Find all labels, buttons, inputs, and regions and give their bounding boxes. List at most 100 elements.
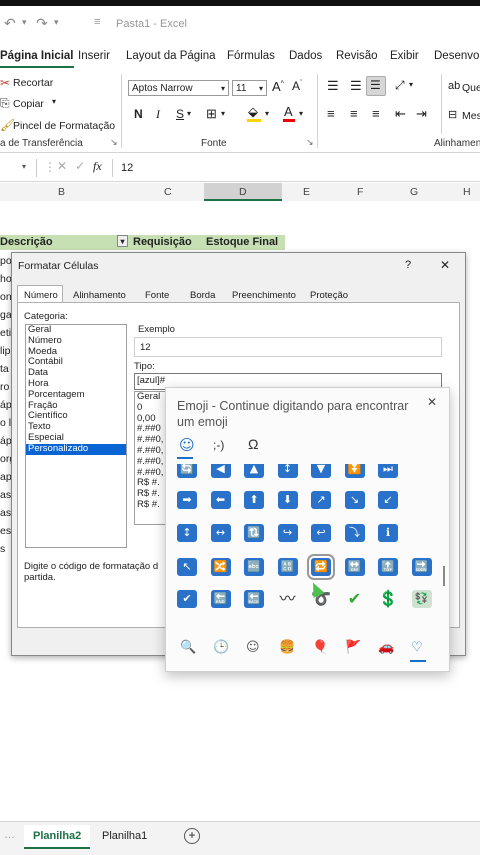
decrease-font-icon[interactable]: Aˇ xyxy=(292,79,302,93)
emoji-item[interactable]: 🔛 xyxy=(344,558,365,576)
italic-button[interactable]: I xyxy=(156,107,160,122)
cell-fragment[interactable]: lip xyxy=(0,345,11,357)
column-header-d[interactable]: D xyxy=(204,183,282,201)
fill-dropdown-icon[interactable]: ▾ xyxy=(265,109,269,118)
emoji-item[interactable]: ⬅ xyxy=(210,491,231,509)
underline-button[interactable]: S xyxy=(176,107,184,121)
emoji-item[interactable]: 🔜 xyxy=(411,558,432,576)
align-right-icon[interactable]: ≡ xyxy=(372,106,380,121)
category-item[interactable]: Porcentagem xyxy=(26,389,126,401)
font-name-combo[interactable]: Aptos Narrow ▾ xyxy=(128,80,229,96)
insert-function-button[interactable]: fx xyxy=(93,159,102,174)
copy-dropdown-icon[interactable]: ▾ xyxy=(52,97,56,106)
borders-dropdown-icon[interactable]: ▾ xyxy=(221,109,225,118)
emoji-category-icon[interactable]: 🚗 xyxy=(378,640,394,655)
smiley-icon[interactable]: ☺ xyxy=(179,436,195,454)
emoji-item[interactable]: ✔ xyxy=(345,590,365,608)
undo-icon[interactable]: ↶ xyxy=(4,15,16,32)
font-size-combo[interactable]: 11 ▾ xyxy=(232,80,267,96)
ellipsis-icon[interactable]: … xyxy=(4,829,15,841)
emoji-item[interactable]: 🔀 xyxy=(210,558,231,576)
bold-button[interactable]: N xyxy=(134,107,143,121)
sheet-tab-planilha1[interactable]: Planilha1 xyxy=(102,830,147,842)
emoji-item[interactable]: 💲 xyxy=(378,590,398,608)
tab-desenvolvedor[interactable]: Desenvolv xyxy=(434,50,480,62)
wrap-text-label[interactable]: Que xyxy=(462,82,480,94)
column-header-b[interactable]: B xyxy=(58,186,65,198)
tab-borda[interactable]: Borda xyxy=(190,290,215,301)
column-header-f[interactable]: F xyxy=(357,186,363,198)
font-launcher-icon[interactable]: ↘ xyxy=(306,137,314,148)
tab-alinhamento[interactable]: Alinhamento xyxy=(73,290,126,301)
merge-label[interactable]: Mes xyxy=(462,110,480,122)
cell-fragment[interactable]: ap xyxy=(0,471,12,483)
emoji-item[interactable]: 🔚 xyxy=(210,590,231,608)
clipboard-launcher-icon[interactable]: ↘ xyxy=(110,137,118,148)
emoji-item[interactable]: ➡ xyxy=(177,491,197,509)
cell-fragment[interactable]: ho xyxy=(0,273,12,285)
emoji-item[interactable]: ↗ xyxy=(311,491,331,509)
emoji-item[interactable]: ⤵ xyxy=(344,524,365,542)
emoji-item[interactable]: ✔ xyxy=(177,590,197,608)
format-painter-button[interactable]: Pincel de Formatação xyxy=(13,120,115,132)
category-item[interactable]: Número xyxy=(26,335,126,347)
tab-exibir[interactable]: Exibir xyxy=(390,50,419,62)
decrease-indent-icon[interactable]: ⇤ xyxy=(395,106,406,122)
add-sheet-button[interactable]: + xyxy=(184,828,200,844)
fill-color-icon[interactable]: ⬙ xyxy=(248,104,258,120)
tab-dados[interactable]: Dados xyxy=(289,50,322,62)
tab-pagina-inicial[interactable]: Página Inicial xyxy=(0,50,74,68)
kaomoji-icon[interactable]: ;-) xyxy=(213,438,224,452)
emoji-item[interactable]: ↪ xyxy=(277,524,298,542)
cell-fragment[interactable]: s xyxy=(0,543,5,555)
emoji-item[interactable]: 🔄 xyxy=(177,464,197,478)
help-button[interactable]: ? xyxy=(405,259,411,271)
emoji-category-icon[interactable]: 🍔 xyxy=(279,640,295,655)
emoji-item[interactable]: ▲ xyxy=(244,464,264,478)
type-list[interactable]: Geral 0 0,00 #.##0 #.##0, #.##0, #.##0, #.##0, R… xyxy=(134,391,168,525)
emoji-item[interactable]: 💱 xyxy=(411,590,432,608)
tab-revisao[interactable]: Revisão xyxy=(336,50,378,62)
increase-indent-icon[interactable]: ⇥ xyxy=(416,106,427,122)
orientation-icon[interactable]: ⤢ xyxy=(395,78,405,93)
emoji-item[interactable]: ↔ xyxy=(210,524,231,542)
merge-icon[interactable]: ⊟ xyxy=(448,108,457,121)
tab-preenchimento[interactable]: Preenchimento xyxy=(232,290,296,301)
cell-fragment[interactable]: as xyxy=(0,507,11,519)
emoji-item[interactable]: ↙ xyxy=(378,491,398,509)
redo-dropdown-icon[interactable]: ▾ xyxy=(54,17,59,28)
emoji-item[interactable]: 🔃 xyxy=(244,524,264,542)
category-list[interactable]: Geral Número Moeda Contábil Data Hora Porcenta… xyxy=(25,324,127,548)
type-item[interactable]: 0 xyxy=(135,402,167,414)
omega-icon[interactable]: Ω xyxy=(248,436,258,452)
copy-icon[interactable]: ⎘ xyxy=(0,96,10,111)
emoji-item[interactable]: 🔙 xyxy=(244,590,264,608)
cell-fragment[interactable]: po xyxy=(0,255,12,267)
align-top-icon[interactable]: ☰ xyxy=(327,78,339,94)
align-center-icon[interactable]: ≡ xyxy=(350,106,358,121)
cell-fragment[interactable]: ro xyxy=(0,381,9,393)
tab-fonte[interactable]: Fonte xyxy=(145,290,169,301)
scissors-icon[interactable]: ✂ xyxy=(0,76,10,90)
header-estoque-final[interactable]: Estoque Final xyxy=(206,236,278,248)
orientation-dropdown-icon[interactable]: ▾ xyxy=(409,80,413,89)
cell-fragment[interactable]: áp xyxy=(0,435,12,447)
emoji-item[interactable]: ℹ xyxy=(378,524,398,542)
formula-input[interactable]: 12 xyxy=(121,162,133,174)
emoji-item[interactable]: 🔝 xyxy=(378,558,398,576)
filter-dropdown-icon[interactable]: ▾ xyxy=(117,235,128,247)
close-button[interactable]: ✕ xyxy=(440,258,450,272)
scrollbar-thumb[interactable] xyxy=(443,566,445,586)
tab-inserir[interactable]: Inserir xyxy=(78,50,110,62)
emoji-item[interactable]: 🔤 xyxy=(244,558,264,576)
increase-font-icon[interactable]: A^ xyxy=(272,79,284,94)
emoji-category-icon[interactable]: 🎈 xyxy=(312,640,328,655)
cell-fragment[interactable]: ta xyxy=(0,363,9,375)
emoji-item[interactable]: ⏭ xyxy=(378,464,398,478)
emoji-category-icon[interactable]: ☺ xyxy=(246,640,260,655)
redo-icon[interactable]: ↷ xyxy=(36,15,48,32)
name-box-dropdown-icon[interactable]: ▾ xyxy=(22,162,26,171)
cell-fragment[interactable]: es xyxy=(0,525,11,537)
header-descricao[interactable]: Descrição xyxy=(0,236,53,248)
emoji-item[interactable]: ↕ xyxy=(277,464,298,478)
